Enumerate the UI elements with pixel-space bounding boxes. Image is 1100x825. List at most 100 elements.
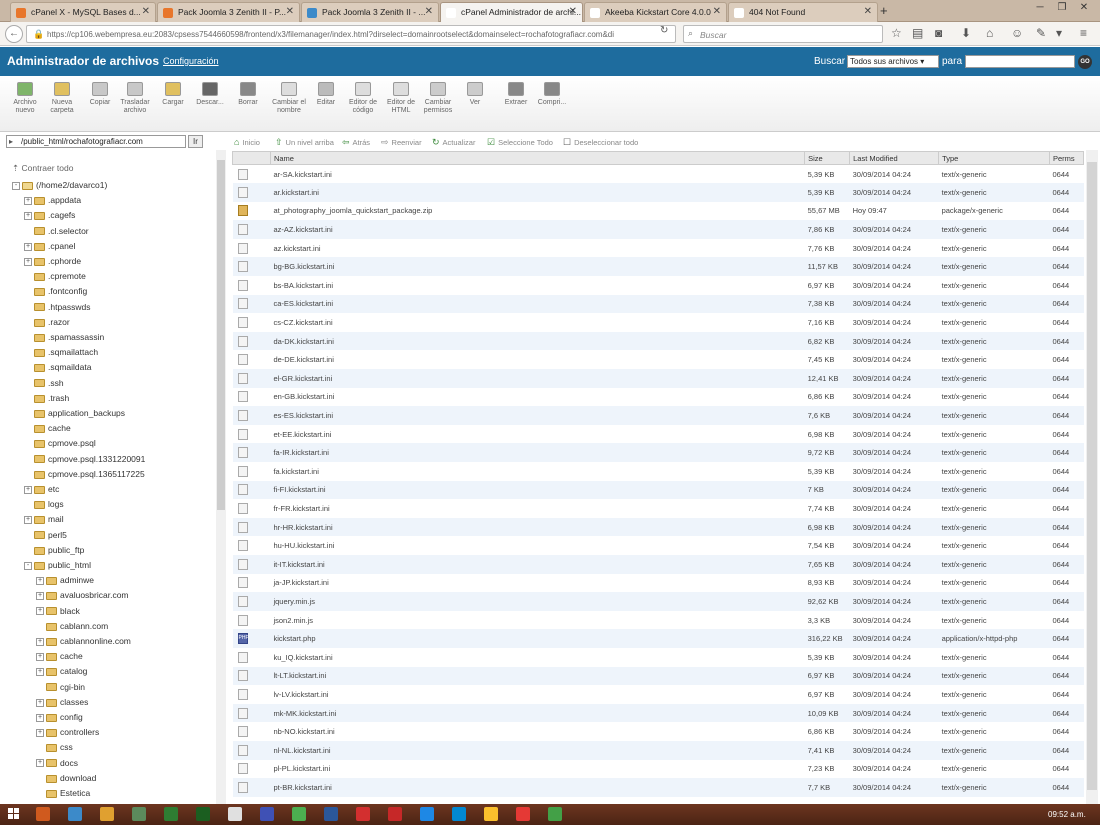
tree-item[interactable]: .cpremote: [24, 270, 86, 282]
file-name[interactable]: pl-PL.kickstart.ini: [270, 760, 804, 779]
taskbar-app-icon[interactable]: [292, 807, 306, 821]
file-name[interactable]: ar-SA.kickstart.ini: [270, 165, 804, 184]
go-path-button[interactable]: Ir: [188, 135, 203, 148]
expand-icon[interactable]: +: [24, 242, 32, 251]
home-icon[interactable]: ⌂: [986, 26, 993, 40]
browser-tab[interactable]: Pack Joomla 3 Zenith II - ... ✕: [301, 2, 439, 22]
toolbar-delete-button[interactable]: Borrar: [231, 82, 265, 107]
toolbar-extract-button[interactable]: Extraer: [499, 82, 533, 107]
file-name[interactable]: hr-HR.kickstart.ini: [270, 517, 805, 537]
tree-item[interactable]: + etc: [24, 483, 59, 495]
table-row[interactable]: lv-LV.kickstart.ini 6,97 KB 30/09/2014 04:…: [233, 685, 1084, 704]
toolbar-code-editor-button[interactable]: Editor de código: [346, 82, 380, 115]
tree-item[interactable]: + docs: [36, 757, 78, 769]
table-row[interactable]: hu-HU.kickstart.ini 7,54 KB 30/09/2014 04:…: [233, 536, 1084, 555]
file-name[interactable]: at_photography_joomla_quickstart_package…: [270, 202, 804, 221]
tree-item[interactable]: - (/home2/davarco1): [12, 179, 107, 191]
tree-item[interactable]: cache: [24, 422, 71, 434]
file-name[interactable]: cs-CZ.kickstart.ini: [270, 313, 804, 332]
toolbar-upload-button[interactable]: Cargar: [156, 82, 190, 107]
tree-item[interactable]: + adminwe: [36, 574, 94, 586]
path-action-back[interactable]: ⇦ Atrás: [342, 137, 370, 148]
file-name[interactable]: json2.min.js: [270, 611, 804, 630]
back-button[interactable]: ←: [5, 25, 23, 43]
collapse-node-icon[interactable]: -: [12, 181, 20, 190]
configuration-link[interactable]: Configuración: [163, 56, 219, 66]
file-name[interactable]: fr-FR.kickstart.ini: [270, 499, 804, 518]
size-column-header[interactable]: Size: [804, 151, 851, 165]
path-action-up-level[interactable]: ⇧ Un nivel arriba: [275, 137, 334, 148]
tree-item[interactable]: + config: [36, 711, 83, 723]
search-input[interactable]: [965, 55, 1075, 68]
toolbar-html-editor-button[interactable]: Editor de HTML: [384, 82, 418, 115]
tree-item[interactable]: cgi-bin: [36, 681, 85, 693]
file-name[interactable]: lt-LT.kickstart.ini: [270, 666, 805, 686]
toolbar-view-button[interactable]: Ver: [458, 82, 492, 107]
type-column-header[interactable]: Type: [938, 151, 1050, 165]
url-bar[interactable]: 🔒 https://cp106.webempresa.eu:2083/cpsess…: [26, 25, 676, 43]
toolbar-move-button[interactable]: Trasladar archivo: [118, 82, 152, 115]
tree-item[interactable]: + avaluosbricar.com: [36, 589, 129, 601]
path-action-deselect-all[interactable]: ☐ Deseleccionar todo: [563, 137, 638, 148]
tree-item[interactable]: + .cphorde: [24, 255, 81, 267]
taskbar-app-icon[interactable]: [484, 807, 498, 821]
table-row[interactable]: ar.kickstart.ini 5,39 KB 30/09/2014 04:24 t…: [232, 183, 1084, 202]
table-row[interactable]: fr-FR.kickstart.ini 7,74 KB 30/09/2014 04:…: [233, 499, 1084, 518]
table-row[interactable]: ku_IQ.kickstart.ini 5,39 KB 30/09/2014 04:…: [233, 648, 1084, 667]
taskbar-app-icon[interactable]: [260, 807, 274, 821]
table-row[interactable]: da-DK.kickstart.ini 6,82 KB 30/09/2014 04:…: [232, 331, 1084, 351]
expand-icon[interactable]: +: [36, 592, 44, 601]
expand-icon[interactable]: +: [36, 759, 44, 768]
file-name[interactable]: fa-IR.kickstart.ini: [270, 443, 805, 462]
new-tab-button[interactable]: +: [880, 3, 888, 18]
extension-icon[interactable]: ✎: [1036, 26, 1046, 40]
table-row[interactable]: es-ES.kickstart.ini 7,6 KB 30/09/2014 04:2…: [232, 406, 1084, 425]
browser-tab[interactable]: cPanel Administrador de archi... ✕: [440, 2, 583, 22]
taskbar-app-icon[interactable]: [452, 807, 466, 821]
table-row[interactable]: pt-BR.kickstart.ini 7,7 KB 30/09/2014 04:2…: [232, 778, 1084, 797]
path-action-forward[interactable]: ⇨ Reenviar: [381, 137, 422, 148]
browser-tab[interactable]: cPanel X - MySQL Bases d... ✕: [10, 2, 156, 22]
close-tab-icon[interactable]: ✕: [142, 6, 150, 17]
taskbar-app-icon[interactable]: [228, 807, 242, 821]
pocket-icon[interactable]: ◙: [935, 26, 942, 40]
collapse-node-icon[interactable]: -: [24, 561, 32, 570]
expand-icon[interactable]: +: [24, 212, 32, 221]
tree-item[interactable]: css: [36, 741, 73, 753]
file-name[interactable]: az-AZ.kickstart.ini: [270, 220, 805, 239]
taskbar-app-icon[interactable]: [420, 807, 434, 821]
star-icon[interactable]: ☆: [891, 26, 902, 40]
expand-icon[interactable]: +: [24, 516, 32, 525]
close-tab-icon[interactable]: ✕: [864, 6, 872, 17]
perms-column-header[interactable]: Perms: [1048, 151, 1085, 165]
taskbar-app-icon[interactable]: [356, 807, 370, 821]
expand-icon[interactable]: +: [24, 196, 32, 205]
file-name[interactable]: ar.kickstart.ini: [270, 183, 805, 202]
toolbar-download-button[interactable]: Descar...: [193, 82, 227, 107]
expand-icon[interactable]: +: [36, 652, 44, 661]
tree-item[interactable]: + controllers: [36, 726, 99, 738]
downloads-icon[interactable]: ⬇: [961, 26, 971, 40]
search-scope-select[interactable]: Todos sus archivos ▾: [847, 55, 939, 68]
toolbar-new-file-button[interactable]: Archivo nuevo: [8, 82, 42, 115]
tree-item[interactable]: + classes: [36, 696, 88, 708]
file-name[interactable]: ku_IQ.kickstart.ini: [270, 648, 804, 667]
tree-item[interactable]: download: [36, 772, 96, 784]
toolbar-permissions-button[interactable]: Cambiar permisos: [421, 82, 455, 115]
browser-search-input[interactable]: ⌕ Buscar: [683, 25, 883, 43]
expand-icon[interactable]: +: [36, 728, 44, 737]
table-row[interactable]: bs-BA.kickstart.ini 6,97 KB 30/09/2014 04:…: [233, 276, 1084, 295]
browser-tab[interactable]: 404 Not Found ✕: [728, 2, 878, 22]
file-name[interactable]: lv-LV.kickstart.ini: [270, 685, 804, 704]
expand-icon[interactable]: +: [36, 713, 44, 722]
table-row[interactable]: PHP kickstart.php 316,22 KB 30/09/2014 04:2…: [232, 629, 1084, 648]
taskbar-app-icon[interactable]: [132, 807, 146, 821]
name-column-header[interactable]: Name: [269, 151, 806, 165]
collapse-all-link[interactable]: ⇡ Contraer todo: [12, 163, 73, 174]
tree-item[interactable]: + mail: [24, 513, 64, 525]
table-row[interactable]: et-EE.kickstart.ini 6,98 KB 30/09/2014 04:…: [233, 425, 1084, 444]
close-tab-icon[interactable]: ✕: [425, 6, 433, 17]
taskbar-app-icon[interactable]: [100, 807, 114, 821]
tree-item[interactable]: .razor: [24, 316, 70, 328]
expand-icon[interactable]: +: [24, 485, 32, 494]
